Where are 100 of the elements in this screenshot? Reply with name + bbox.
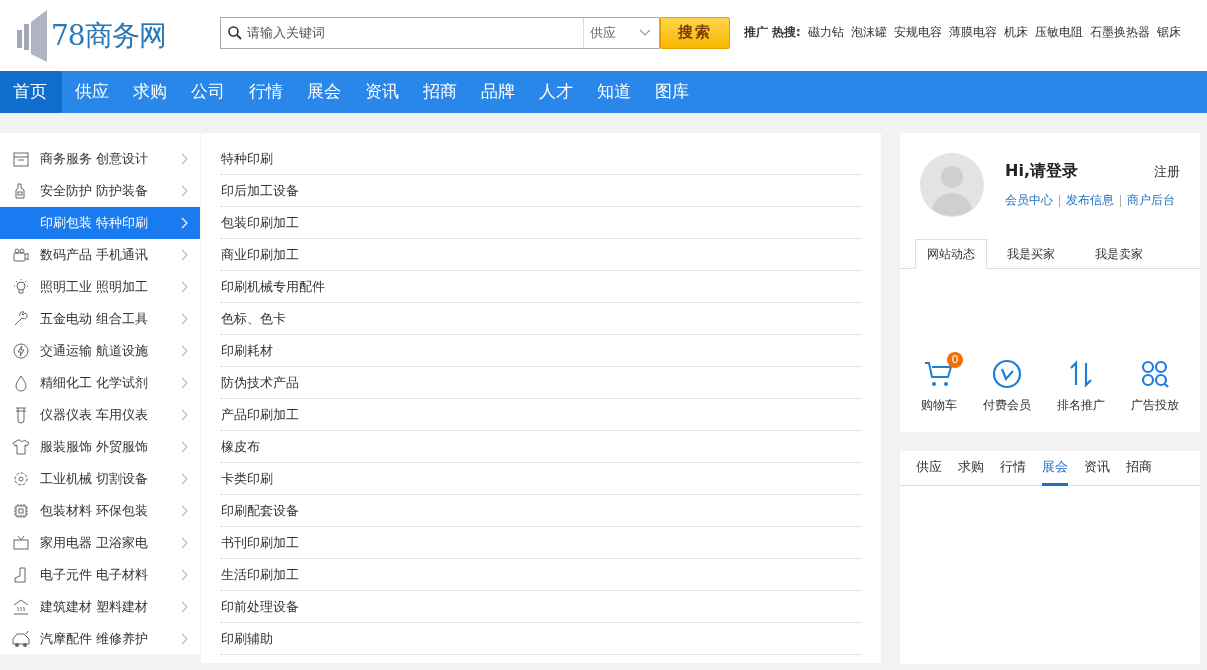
- subcategory-link[interactable]: 特种印刷: [221, 149, 273, 168]
- user-tab[interactable]: 我是买家: [987, 239, 1075, 269]
- chevron-right-icon: [181, 601, 188, 613]
- quick-link[interactable]: 排名推广: [1057, 397, 1105, 414]
- category-item[interactable]: 五金电动 组合工具: [0, 303, 200, 335]
- subcategory-link[interactable]: 印刷耗材: [221, 341, 273, 360]
- category-item[interactable]: 安全防护 防护装备: [0, 175, 200, 207]
- nav-tab[interactable]: 人才: [526, 71, 584, 113]
- grid-search-icon[interactable]: [1141, 360, 1169, 388]
- quick-link[interactable]: 购物车: [921, 397, 957, 414]
- info-tab[interactable]: 行情: [1000, 451, 1026, 486]
- login-prompt[interactable]: Hi,请登录: [1005, 161, 1078, 182]
- hot-search-label: 推广 热搜:: [744, 25, 801, 40]
- nav-tab[interactable]: 首页: [0, 71, 62, 113]
- nav-tab[interactable]: 求购: [120, 71, 178, 113]
- category-item[interactable]: 工业机械 切割设备: [0, 463, 200, 495]
- hot-keyword-link[interactable]: 锯床: [1156, 25, 1181, 40]
- category-item[interactable]: 仪器仪表 车用仪表: [0, 399, 200, 431]
- subcategory-link[interactable]: 生活印刷加工: [221, 565, 299, 584]
- chevron-right-icon: [181, 441, 188, 453]
- category-item[interactable]: 数码产品 手机通讯: [0, 239, 200, 271]
- clock-icon[interactable]: [992, 359, 1022, 389]
- chevron-right-icon: [181, 249, 188, 261]
- hot-keyword-link[interactable]: 机床: [1003, 25, 1028, 40]
- subcategory-link[interactable]: 卡类印刷: [221, 469, 273, 488]
- chevron-right-icon: [181, 377, 188, 389]
- subcategory-link[interactable]: 印刷机械专用配件: [221, 277, 325, 296]
- hot-keyword-link[interactable]: 压敏电阻: [1034, 25, 1083, 40]
- subcategory-link[interactable]: 商业印刷加工: [221, 245, 299, 264]
- nav-tab[interactable]: 资讯: [352, 71, 410, 113]
- info-tab[interactable]: 招商: [1126, 451, 1152, 486]
- hot-keyword-link[interactable]: 石墨换热器: [1089, 25, 1150, 40]
- info-tab[interactable]: 供应: [916, 451, 942, 486]
- tv-icon: [12, 534, 30, 552]
- quick-link[interactable]: 广告投放: [1131, 397, 1179, 414]
- lightning-icon: [12, 342, 30, 360]
- chevron-right-icon: [181, 633, 188, 645]
- info-tab[interactable]: 展会: [1042, 451, 1068, 486]
- chevron-right-icon: [181, 505, 188, 517]
- chevron-right-icon: [181, 281, 188, 293]
- category-item[interactable]: 精细化工 化学试剂: [0, 367, 200, 399]
- nav-tab[interactable]: 行情: [236, 71, 294, 113]
- hot-keyword-link[interactable]: 薄膜电容: [948, 25, 997, 40]
- subcategory-link[interactable]: 印后加工设备: [221, 181, 299, 200]
- drop-icon: [12, 374, 30, 392]
- gear-icon: [12, 470, 30, 488]
- subcategory-link[interactable]: 书刊印刷加工: [221, 533, 299, 552]
- hot-keyword-link[interactable]: 安规电容: [893, 25, 942, 40]
- hot-keyword-link[interactable]: 泡沫罐: [850, 25, 887, 40]
- subcategory-link[interactable]: 印刷辅助: [221, 629, 273, 648]
- chevron-right-icon: [181, 313, 188, 325]
- register-link[interactable]: 注册: [1154, 162, 1180, 181]
- category-item[interactable]: 家用电器 卫浴家电: [0, 527, 200, 559]
- nav-tab[interactable]: 品牌: [468, 71, 526, 113]
- category-item[interactable]: 印刷包装 特种印刷: [0, 207, 200, 239]
- subcategory-link[interactable]: 产品印刷加工: [221, 405, 299, 424]
- category-item[interactable]: 服装服饰 外贸服饰: [0, 431, 200, 463]
- category-item[interactable]: 电子元件 电子材料: [0, 559, 200, 591]
- shirt-icon: [12, 438, 30, 456]
- quick-link[interactable]: 付费会员: [983, 397, 1031, 414]
- category-item[interactable]: 建筑建材 塑料建材: [0, 591, 200, 623]
- search-button[interactable]: 搜索: [660, 16, 730, 49]
- nav-tab[interactable]: 招商: [410, 71, 468, 113]
- chevron-right-icon: [181, 345, 188, 357]
- nav-tab[interactable]: 图库: [642, 71, 700, 113]
- camera-icon: [12, 246, 30, 264]
- category-item[interactable]: 照明工业 照明加工: [0, 271, 200, 303]
- member-link[interactable]: 商户后台: [1127, 192, 1175, 209]
- category-item[interactable]: 包装材料 环保包装: [0, 495, 200, 527]
- subcategory-link[interactable]: 防伪技术产品: [221, 373, 299, 392]
- nav-tab[interactable]: 知道: [584, 71, 642, 113]
- chevron-right-icon: [181, 409, 188, 421]
- nav-tab[interactable]: 供应: [62, 71, 120, 113]
- light-bulb-icon: [12, 278, 30, 296]
- cart-icon[interactable]: [924, 360, 954, 388]
- avatar-silhouette-icon: [920, 153, 984, 217]
- member-link[interactable]: 发布信息: [1066, 192, 1114, 209]
- user-tab[interactable]: 我是卖家: [1075, 239, 1163, 269]
- user-tab[interactable]: 网站动态: [915, 239, 987, 269]
- subcategory-link[interactable]: 印前处理设备: [221, 597, 299, 616]
- category-item[interactable]: 商务服务 创意设计: [0, 143, 200, 175]
- member-link[interactable]: 会员中心: [1005, 192, 1053, 209]
- subcategory-link[interactable]: 印刷配套设备: [221, 501, 299, 520]
- site-logo[interactable]: 78商务网: [51, 16, 166, 55]
- subcategory-link[interactable]: 色标、色卡: [221, 309, 286, 328]
- subcategory-link[interactable]: 橡皮布: [221, 437, 260, 456]
- nav-tab[interactable]: 公司: [178, 71, 236, 113]
- cart-count-badge: 0: [947, 352, 963, 368]
- chevron-right-icon: [181, 153, 188, 165]
- category-item[interactable]: 汽摩配件 维修养护: [0, 623, 200, 655]
- hot-keyword-link[interactable]: 磁力钻: [807, 25, 844, 40]
- category-item[interactable]: 交通运输 航道设施: [0, 335, 200, 367]
- info-tab[interactable]: 求购: [958, 451, 984, 486]
- box-icon: [12, 150, 30, 168]
- nav-tab[interactable]: 展会: [294, 71, 352, 113]
- car-icon: [12, 630, 30, 648]
- chip-icon: [12, 502, 30, 520]
- info-tab[interactable]: 资讯: [1084, 451, 1110, 486]
- subcategory-link[interactable]: 包装印刷加工: [221, 213, 299, 232]
- chevron-right-icon: [181, 217, 188, 229]
